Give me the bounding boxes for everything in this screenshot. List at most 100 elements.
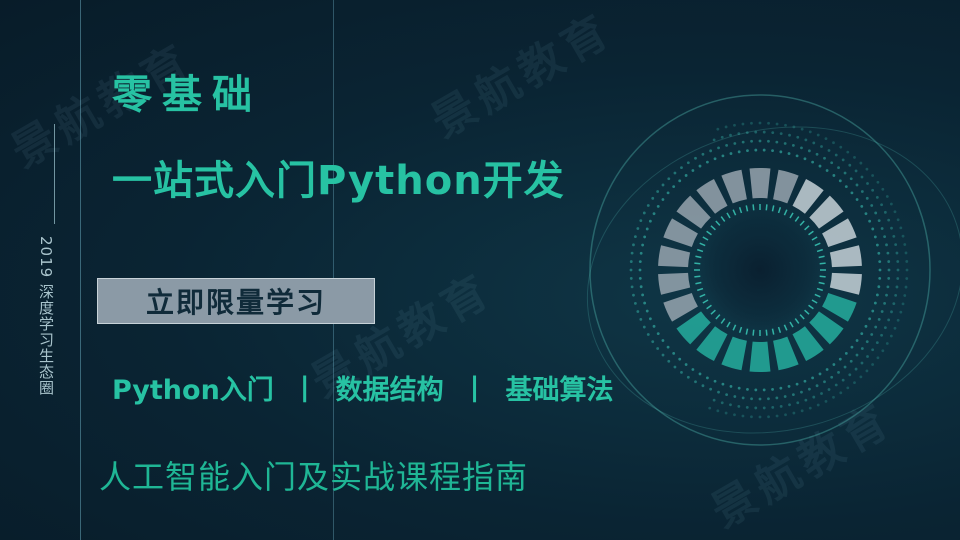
ring-dot (792, 411, 796, 415)
vertical-divider (80, 0, 81, 540)
ring-tick (699, 293, 706, 298)
ring-dot (811, 160, 815, 164)
ring-dot (808, 130, 812, 134)
ring-dot (871, 348, 875, 352)
ring-dot (849, 359, 853, 363)
ring-tick (783, 324, 788, 331)
ring-dot (905, 277, 909, 280)
ring-dot (838, 357, 842, 361)
ring-dot (815, 152, 819, 156)
ring-dot (648, 317, 652, 321)
ring-dot (896, 260, 900, 263)
course-banner: 景航教育 景航教育 景航教育 景航教育 2019 深度学习生态圈 零基础 一站式… (0, 0, 960, 540)
ring-dot (651, 340, 655, 344)
ring-dot (630, 285, 634, 289)
ring-dot (838, 179, 842, 183)
ring-dot (818, 164, 822, 168)
ring-dot (633, 235, 637, 239)
ring-dot (724, 125, 728, 129)
ring-dot (733, 142, 737, 145)
ring-dot (812, 141, 816, 145)
ring-segment (658, 272, 691, 295)
ring-dot (889, 334, 893, 338)
ring-dot (874, 211, 878, 215)
ring-dot (875, 293, 879, 297)
ring-dot (775, 140, 779, 144)
ring-dot (771, 406, 775, 409)
ring-dot (796, 135, 800, 139)
ring-dot (656, 190, 660, 193)
ring-dot (721, 382, 725, 386)
ring-dot (638, 276, 642, 280)
ring-dot (642, 325, 646, 329)
ring-tick (732, 324, 737, 331)
ring-tick (695, 255, 702, 259)
ring-dot (713, 379, 717, 383)
ring-dot (791, 143, 795, 147)
ring-dot (853, 381, 856, 385)
ring-dot (691, 169, 695, 172)
ring-dot (887, 260, 891, 263)
ring-dot (832, 141, 835, 145)
ring-dot (661, 198, 665, 201)
ring-dot (643, 301, 647, 305)
ring-dot (871, 174, 875, 177)
ring-dot (651, 196, 655, 200)
ring-dot (800, 390, 803, 394)
ring-dot (870, 333, 874, 336)
course-subtitle: 人工智能入门及实战课程指南 (99, 458, 529, 496)
ring-dot (646, 204, 650, 207)
topic-python-intro: Python入门 (112, 375, 274, 406)
ring-dot (825, 368, 829, 371)
ring-tick (738, 206, 743, 214)
ring-dot (887, 318, 891, 322)
ring-dot (880, 227, 884, 230)
side-label: 2019 深度学习生态圈 (37, 236, 55, 396)
ring-dot (896, 318, 900, 322)
ring-dot (823, 380, 826, 384)
ring-dot (645, 227, 649, 231)
ring-dot (733, 413, 736, 417)
ring-dot (639, 285, 643, 289)
ring-dot (843, 171, 847, 175)
topic-separator: | (299, 372, 310, 403)
ring-dot (672, 351, 676, 355)
ring-dot (816, 403, 820, 407)
ring-dot (638, 268, 642, 272)
ring-segment (721, 336, 747, 371)
ring-dot (843, 365, 847, 369)
ring-dot (758, 121, 762, 125)
ring-dot (905, 268, 909, 272)
ring-tick (765, 204, 768, 211)
ring-dot (871, 309, 875, 313)
ring-dot (850, 191, 854, 195)
ring-dot (667, 177, 671, 181)
ring-dot (754, 388, 758, 392)
ring-dot (796, 401, 800, 405)
ring-dot (717, 390, 720, 394)
ring-dot (889, 202, 893, 206)
ring-tick (804, 225, 810, 231)
ring-dot (877, 317, 881, 321)
ring-dot (729, 403, 732, 407)
ring-tick (745, 328, 749, 335)
ring-dot (878, 268, 882, 272)
ring-dot (848, 373, 852, 377)
ring-tick (811, 299, 818, 304)
ring-tick (706, 304, 712, 310)
ring-dot (894, 243, 898, 247)
ring-dot (629, 260, 633, 263)
ring-dot (832, 363, 836, 366)
ring-dot (779, 150, 783, 154)
ring-dot (750, 415, 753, 419)
ring-dot (839, 391, 843, 395)
ring-tick (808, 304, 814, 310)
ring-dot (886, 251, 890, 255)
ring-tick (720, 216, 726, 222)
ring-dot (877, 219, 881, 223)
ring-dot (803, 157, 807, 161)
ring-dot (883, 326, 887, 330)
enroll-button[interactable]: 立即限量学习 (97, 278, 375, 324)
ring-dot (708, 406, 712, 410)
ring-dot (754, 148, 758, 152)
